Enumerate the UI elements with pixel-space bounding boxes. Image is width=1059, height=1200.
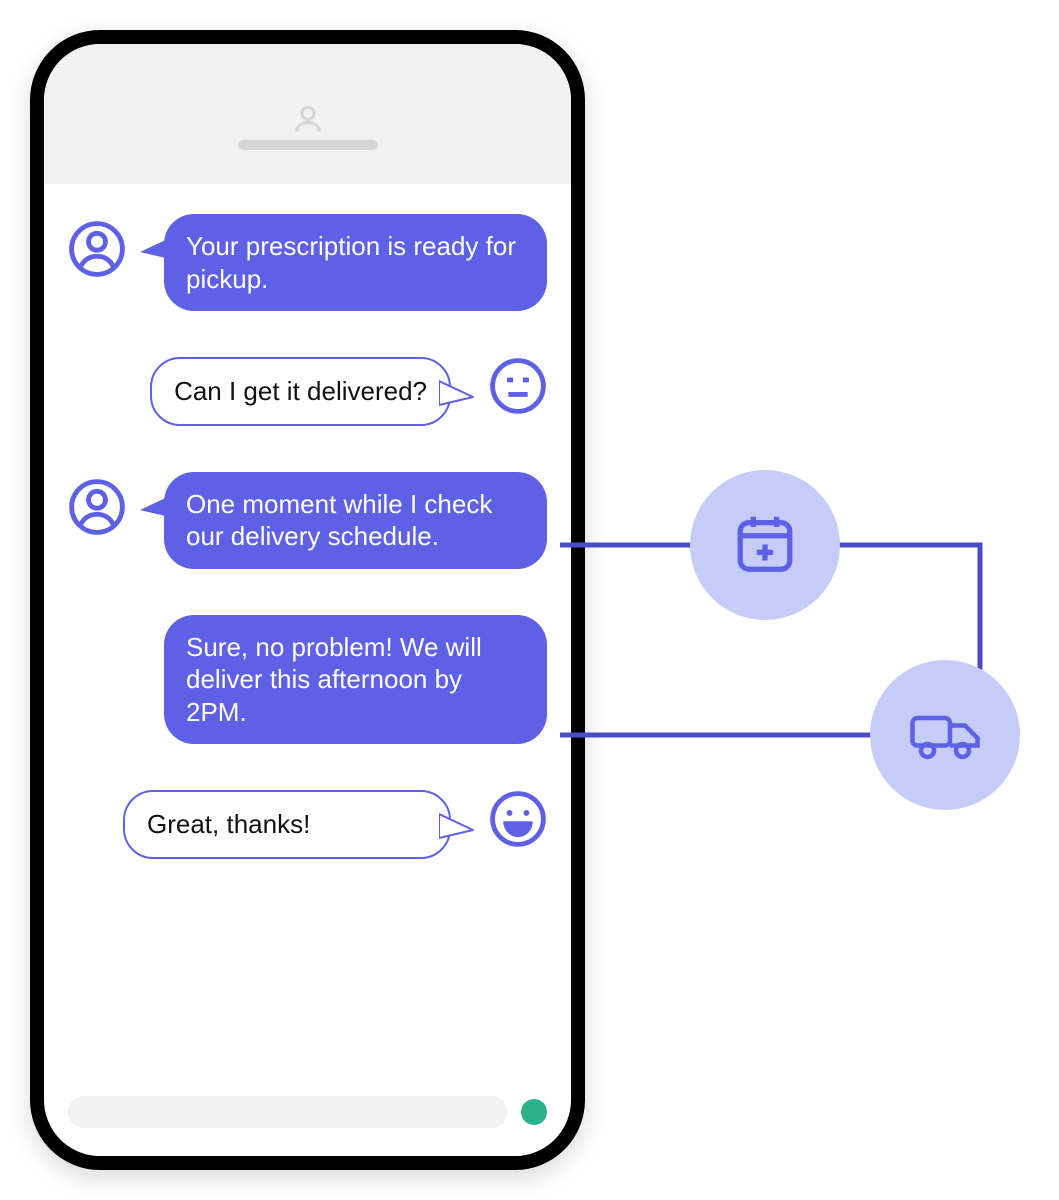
message-row: Can I get it delivered? <box>68 357 547 426</box>
message-row: Great, thanks! <box>68 790 547 859</box>
message-row: Sure, no problem! We will deliver this a… <box>68 615 547 745</box>
chat-input-area <box>68 1096 547 1128</box>
send-button[interactable] <box>521 1099 547 1125</box>
message-text: Great, thanks! <box>147 809 310 839</box>
message-bubble: Great, thanks! <box>123 790 451 859</box>
message-text: Your prescription is ready for pickup. <box>186 231 516 294</box>
agent-avatar-icon <box>68 478 126 536</box>
message-bubble: One moment while I check our delivery sc… <box>164 472 547 569</box>
schedule-node <box>690 470 840 620</box>
message-bubble: Sure, no problem! We will deliver this a… <box>164 615 547 745</box>
header-placeholder-bar <box>238 140 378 150</box>
delivery-truck-icon <box>905 693 985 778</box>
message-bubble: Can I get it delivered? <box>150 357 451 426</box>
chat-header <box>44 44 571 184</box>
message-row: Your prescription is ready for pickup. <box>68 214 547 311</box>
happy-face-icon <box>489 790 547 848</box>
delivery-node <box>870 660 1020 810</box>
message-text: Can I get it delivered? <box>174 376 427 406</box>
phone-screen: Your prescription is ready for pickup. C… <box>44 44 571 1156</box>
chat-input[interactable] <box>68 1096 507 1128</box>
integration-diagram <box>560 470 1040 870</box>
calendar-plus-icon <box>730 508 800 583</box>
message-bubble: Your prescription is ready for pickup. <box>164 214 547 311</box>
neutral-face-icon <box>489 357 547 415</box>
chat-thread: Your prescription is ready for pickup. C… <box>68 214 547 1066</box>
agent-avatar-icon <box>68 220 126 278</box>
user-icon <box>291 102 325 141</box>
message-row: One moment while I check our delivery sc… <box>68 472 547 569</box>
phone-frame: Your prescription is ready for pickup. C… <box>30 30 585 1170</box>
message-text: One moment while I check our delivery sc… <box>186 489 492 552</box>
message-text: Sure, no problem! We will deliver this a… <box>186 632 482 727</box>
